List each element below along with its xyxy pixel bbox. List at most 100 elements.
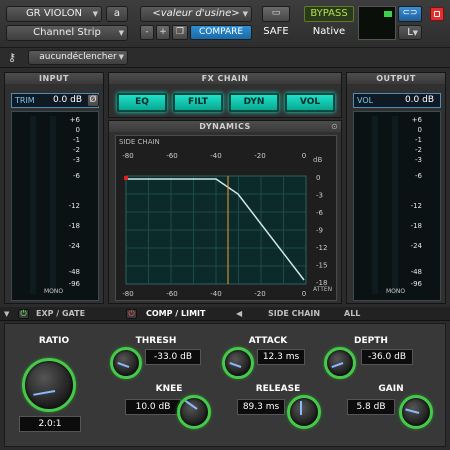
meter-scale-label: -48 [68, 268, 80, 276]
input-meter-bar [50, 116, 56, 294]
native-label: Native [312, 26, 346, 37]
axis-tick-label: 0 [316, 174, 320, 182]
link-icon: ⊂⊃ [402, 8, 418, 18]
transfer-curve-display: SIDE CHAIN dB ATTEN -80 -60 -40 -20 0 -80 -60… [115, 135, 337, 301]
vol-readout[interactable]: VOL 0.0 dB [353, 93, 441, 108]
preset-slot: a [113, 8, 121, 19]
meter-scale-label: -18 [410, 222, 422, 230]
dynamics-panel: DYNAMICS ⊙ SIDE CHAIN dB ATTEN -80 -60 -40… [108, 120, 342, 304]
attack-value[interactable]: 12.3 ms [257, 349, 305, 365]
attack-knob[interactable] [222, 347, 254, 379]
knob-pointer [184, 400, 198, 410]
previous-preset-button[interactable]: - [140, 25, 154, 40]
axis-tick-label: -40 [210, 152, 221, 160]
meter-scale-label: -6 [73, 172, 80, 180]
gain-value[interactable]: 5.8 dB [347, 399, 395, 415]
safe-label[interactable]: SAFE [258, 26, 294, 37]
tab-exp-gate[interactable]: EXP / GATE [36, 307, 85, 321]
chevron-down-icon: ▼ [118, 29, 124, 37]
knee-value[interactable]: 10.0 dB [125, 399, 181, 415]
knob-pointer [33, 390, 56, 396]
threshold-handle[interactable] [124, 176, 128, 180]
meter-scale-label: -3 [415, 156, 422, 164]
ratio-knob[interactable] [22, 358, 76, 412]
preset-name-dropdown[interactable]: GR VIOLON ▼ [6, 6, 102, 22]
tab-all[interactable]: ALL [344, 307, 360, 321]
link-button[interactable]: ⊂⊃ [398, 6, 422, 22]
thresh-value[interactable]: -33.0 dB [145, 349, 201, 365]
release-value[interactable]: 89.3 ms [237, 399, 285, 415]
gain-knob[interactable] [399, 395, 433, 429]
tab-comp-limit[interactable]: COMP / LIMIT [146, 307, 205, 321]
compare-button[interactable]: COMPARE [190, 25, 252, 40]
power-icon[interactable] [430, 7, 444, 21]
output-title: OUTPUT [347, 73, 445, 84]
vol-module-button[interactable]: VOL [285, 93, 335, 112]
copy-settings-button[interactable]: ❐ [172, 25, 188, 40]
trim-value: 0.0 dB [52, 95, 82, 105]
eq-module-button[interactable]: EQ [117, 93, 167, 112]
next-preset-button[interactable]: + [156, 25, 170, 40]
axis-tick-label: -60 [166, 152, 177, 160]
compare-label: COMPARE [198, 27, 244, 37]
axis-tick-label: -80 [122, 290, 133, 298]
meter-scale-label: +6 [69, 116, 80, 124]
plugin-name-dropdown[interactable]: Channel Strip ▼ [6, 25, 128, 41]
comp-limit-power-icon[interactable]: ⏻ [126, 309, 137, 319]
chevron-down-icon: ▼ [118, 53, 124, 61]
vol-label: VOL [357, 96, 374, 105]
dynamics-title: DYNAMICS [109, 121, 341, 132]
settings-menu-button[interactable]: ▭ [262, 6, 290, 22]
dynamics-tabs: ▼ ⏻ EXP / GATE ⏻ COMP / LIMIT ◀ SIDE CHA… [0, 307, 450, 321]
depth-knob[interactable] [324, 347, 356, 379]
tab-side-chain[interactable]: SIDE CHAIN [268, 307, 320, 321]
meter-scale-label: -24 [410, 242, 422, 250]
speaker-icon: ◀ [236, 309, 243, 318]
dyn-module-button[interactable]: DYN [229, 93, 279, 112]
filt-module-button[interactable]: FILT [173, 93, 223, 112]
vol-label: VOL [299, 97, 321, 107]
thresh-knob[interactable] [110, 347, 142, 379]
cpu-meter [358, 6, 396, 40]
eq-label: EQ [135, 97, 149, 107]
chevron-down-icon[interactable]: ⊙ [331, 122, 338, 131]
axis-tick-label: -9 [316, 227, 323, 235]
meter-scale-label: -18 [68, 222, 80, 230]
ratio-value[interactable]: 2.0:1 [19, 416, 81, 432]
knee-label: KNEE [155, 384, 183, 394]
exp-gate-power-icon[interactable]: ⏻ [18, 309, 29, 319]
axis-tick-label: -3 [316, 192, 323, 200]
axis-tick-label: -40 [210, 290, 221, 298]
input-meter-scale: +6 0 -1 -2 -3 -6 -12 -18 -24 -48 -96 [64, 112, 84, 292]
gain-label: GAIN [378, 384, 404, 394]
knob-pointer [229, 361, 242, 368]
knee-knob[interactable] [177, 395, 211, 429]
depth-value[interactable]: -36.0 dB [361, 349, 413, 365]
factory-preset-dropdown[interactable]: <valeur d'usine> ▼ [140, 6, 252, 22]
bypass-button[interactable]: BYPASS [304, 6, 354, 22]
preset-slot-dropdown[interactable]: a [106, 6, 128, 22]
axis-tick-label: -6 [316, 209, 324, 217]
factory-preset: <valeur d'usine> [152, 8, 240, 19]
plugin-name: Channel Strip [33, 27, 101, 38]
meter-scale-label: -12 [410, 202, 422, 210]
bypass-label: BYPASS [310, 8, 348, 19]
chevron-down-icon: ▼ [92, 10, 98, 18]
menu-icon: ▭ [271, 8, 281, 18]
chevron-down-icon[interactable]: ▼ [4, 307, 9, 321]
channel-dropdown[interactable]: L ▼ [398, 25, 422, 40]
meter-scale-label: -96 [68, 280, 80, 288]
meter-scale-label: -48 [410, 268, 422, 276]
cpu-meter-bar [384, 11, 392, 17]
output-meter-bar [392, 116, 398, 294]
key-input-dropdown[interactable]: aucundéclencher ▼ [28, 50, 128, 65]
meter-scale-label: +6 [411, 116, 422, 124]
trim-readout[interactable]: TRIM 0.0 dB [11, 93, 99, 108]
output-panel: OUTPUT VOL 0.0 dB +6 0 -1 -2 -3 -6 -12 -18 -24 -4… [346, 72, 446, 304]
chevron-down-icon: ▼ [412, 29, 418, 37]
axis-tick-label: -60 [166, 290, 177, 298]
axis-tick-label: -15 [316, 262, 327, 270]
release-knob[interactable] [287, 395, 321, 429]
trim-label: TRIM [15, 96, 35, 105]
phase-invert-button[interactable]: Ø [87, 94, 99, 107]
